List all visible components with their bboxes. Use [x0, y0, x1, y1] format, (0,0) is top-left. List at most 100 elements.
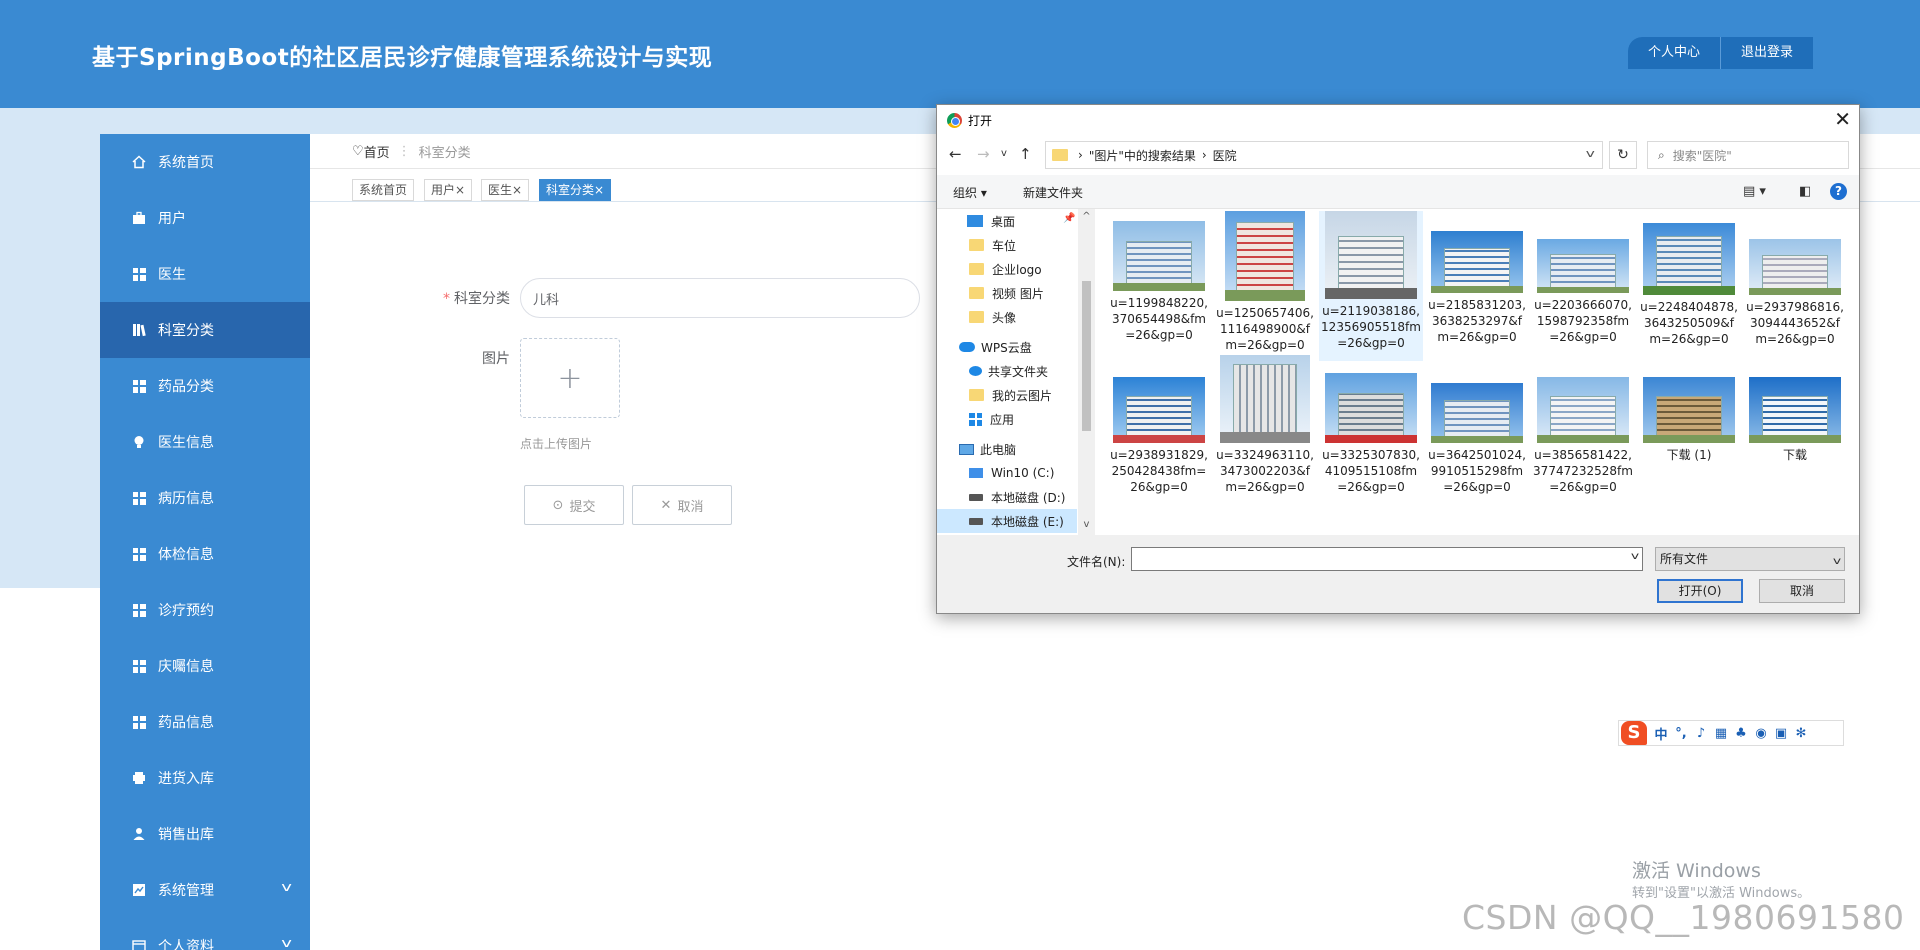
apps-icon[interactable]: ▣	[1771, 726, 1791, 741]
new-folder-button[interactable]: 新建文件夹	[1023, 184, 1083, 201]
image-thumbnail	[1749, 239, 1841, 295]
tree-item-folder[interactable]: 企业logo	[937, 257, 1077, 281]
refresh-button[interactable]: ↻	[1609, 141, 1637, 169]
sidebar-item-drug-info[interactable]: 药品信息	[100, 694, 310, 750]
file-item[interactable]: u=2248404878,3643250509&fm=26&gp=0	[1637, 223, 1741, 347]
search-input[interactable]: ⌕ 搜索"医院"	[1647, 141, 1849, 169]
sidebar-item-appointment[interactable]: 诊疗预约	[100, 582, 310, 638]
sidebar-item-doctor-info[interactable]: 医生信息	[100, 414, 310, 470]
sidebar-item-department-category[interactable]: 科室分类	[100, 302, 310, 358]
help-icon[interactable]: ?	[1830, 183, 1847, 200]
file-item[interactable]: u=2185831203,3638253297&fm=26&gp=0	[1425, 231, 1529, 345]
tree-item-drive-d[interactable]: 本地磁盘 (D:)	[937, 485, 1077, 509]
tree-item-folder[interactable]: 我的云图片	[937, 383, 1077, 407]
tree-item-apps[interactable]: 应用	[937, 407, 1077, 431]
user-center-button[interactable]: 个人中心	[1628, 37, 1721, 69]
image-upload[interactable]: +	[520, 338, 620, 418]
settings-icon[interactable]: ✻	[1791, 726, 1811, 741]
punctuation-icon[interactable]: °,	[1671, 726, 1691, 741]
chevron-right-icon: ›	[1078, 148, 1083, 162]
book-icon	[132, 323, 146, 337]
filename-input[interactable]: v	[1131, 547, 1643, 571]
shirt-icon[interactable]: ♣	[1731, 726, 1751, 741]
sidebar-item-system[interactable]: 系统管理 v	[100, 862, 310, 918]
gamepad-icon[interactable]: ◉	[1751, 726, 1771, 741]
submit-button[interactable]: ⊙ 提交	[524, 485, 624, 525]
file-type-select[interactable]: 所有文件 v	[1655, 547, 1845, 571]
address-segment[interactable]: 医院	[1213, 147, 1237, 164]
image-thumbnail	[1220, 355, 1310, 443]
tab-doctor[interactable]: 医生×	[481, 179, 530, 201]
sogou-logo-icon[interactable]: S	[1621, 721, 1647, 745]
cancel-button[interactable]: ✕ 取消	[632, 485, 732, 525]
file-item[interactable]: u=2937986816,3094443652&fm=26&gp=0	[1743, 239, 1847, 347]
category-input[interactable]	[520, 278, 920, 318]
sidebar-item-checkup[interactable]: 体检信息	[100, 526, 310, 582]
sidebar-item-label: 药品分类	[158, 379, 214, 395]
back-arrow-icon[interactable]: ←	[949, 145, 962, 163]
recent-dropdown-icon[interactable]: v	[1001, 148, 1007, 159]
file-item[interactable]: 下载	[1743, 377, 1847, 463]
grid-icon	[132, 547, 146, 561]
address-segment[interactable]: "图片"中的搜索结果	[1089, 147, 1196, 164]
tree-item-drive-e[interactable]: 本地磁盘 (E:)	[937, 509, 1077, 533]
tab-users[interactable]: 用户×	[424, 179, 473, 201]
scroll-thumb[interactable]	[1082, 281, 1091, 431]
scroll-down-icon[interactable]: v	[1078, 519, 1095, 530]
scroll-up-icon[interactable]: ^	[1078, 211, 1095, 222]
up-arrow-icon[interactable]: ↑	[1019, 145, 1032, 163]
tree-item-folder[interactable]: 头像	[937, 305, 1077, 329]
file-item[interactable]: u=2938931829,250428438fm=26&gp=0	[1107, 377, 1211, 495]
organize-button[interactable]: 组织 ▾	[953, 184, 987, 201]
tree-item-wps-cloud[interactable]: WPS云盘	[937, 335, 1077, 359]
file-item[interactable]: u=3642501024,9910515298fm=26&gp=0	[1425, 383, 1529, 495]
sidebar-item-sales-out[interactable]: 销售出库	[100, 806, 310, 862]
file-item[interactable]: u=3324963110,3473002203&fm=26&gp=0	[1213, 355, 1317, 495]
open-button[interactable]: 打开(O)	[1657, 579, 1743, 603]
tree-item-folder[interactable]: 视频 图片	[937, 281, 1077, 305]
tab-department-category[interactable]: 科室分类×	[539, 179, 612, 201]
breadcrumb-separator: ⋮	[397, 144, 411, 159]
header-actions: 个人中心 退出登录	[1628, 37, 1814, 69]
file-item[interactable]: u=2203666070,1598792358fm=26&gp=0	[1531, 239, 1635, 345]
sidebar-item-home[interactable]: 系统首页	[100, 134, 310, 190]
file-item[interactable]: u=1199848220,370654498&fm=26&gp=0	[1107, 221, 1211, 343]
file-item[interactable]: u=3856581422,37747232528fm=26&gp=0	[1531, 377, 1635, 495]
file-item[interactable]: u=1250657406,1116498900&fm=26&gp=0	[1213, 211, 1317, 353]
chevron-down-icon: v	[281, 880, 292, 894]
nav-scrollbar[interactable]: ^ v	[1078, 209, 1095, 535]
tree-item-folder[interactable]: 车位	[937, 233, 1077, 257]
keyboard-icon[interactable]: ▦	[1711, 726, 1731, 741]
upload-tip: 点击上传图片	[520, 437, 593, 451]
sidebar-item-users[interactable]: 用户	[100, 190, 310, 246]
chevron-down-icon[interactable]: v	[1586, 147, 1595, 160]
sidebar-item-stock-in[interactable]: 进货入库	[100, 750, 310, 806]
tab-home[interactable]: 系统首页	[352, 179, 415, 201]
breadcrumb-home[interactable]: 首页	[364, 142, 390, 161]
logout-button[interactable]: 退出登录	[1720, 37, 1814, 69]
image-thumbnail	[1537, 239, 1629, 293]
sidebar-item-drug-category[interactable]: 药品分类	[100, 358, 310, 414]
dialog-close-button[interactable]: ✕	[1834, 107, 1851, 131]
file-item[interactable]: u=3325307830,4109515108fm=26&gp=0	[1319, 373, 1423, 495]
sidebar-item-medical-record[interactable]: 病历信息	[100, 470, 310, 526]
image-label: 图片	[482, 351, 510, 367]
microphone-icon[interactable]: ♪	[1691, 726, 1711, 741]
tree-item-this-pc[interactable]: 此电脑	[937, 437, 1077, 461]
ime-mode[interactable]: 中	[1651, 724, 1671, 743]
tree-item-desktop[interactable]: 桌面 📌	[937, 209, 1077, 233]
sidebar-item-doctor[interactable]: 医生	[100, 246, 310, 302]
view-options-icon[interactable]: ▤ ▾	[1743, 184, 1766, 199]
forward-arrow-icon[interactable]: →	[977, 145, 990, 163]
chevron-down-icon[interactable]: v	[1631, 551, 1639, 562]
file-item[interactable]: 下载 (1)	[1637, 377, 1741, 463]
dialog-cancel-button[interactable]: 取消	[1759, 579, 1845, 603]
sidebar-item-advice[interactable]: 庆囑信息	[100, 638, 310, 694]
tree-item-shared[interactable]: 共享文件夹	[937, 359, 1077, 383]
sidebar-item-profile[interactable]: 个人资料 v	[100, 918, 310, 950]
sidebar-item-label: 医生	[158, 267, 186, 283]
address-bar[interactable]: › "图片"中的搜索结果 › 医院 v	[1045, 141, 1603, 169]
preview-pane-icon[interactable]: ◧	[1799, 184, 1811, 199]
tree-item-drive-c[interactable]: Win10 (C:)	[937, 461, 1077, 485]
file-item[interactable]: u=2119038186,12356905518fm=26&gp=0	[1319, 211, 1423, 361]
